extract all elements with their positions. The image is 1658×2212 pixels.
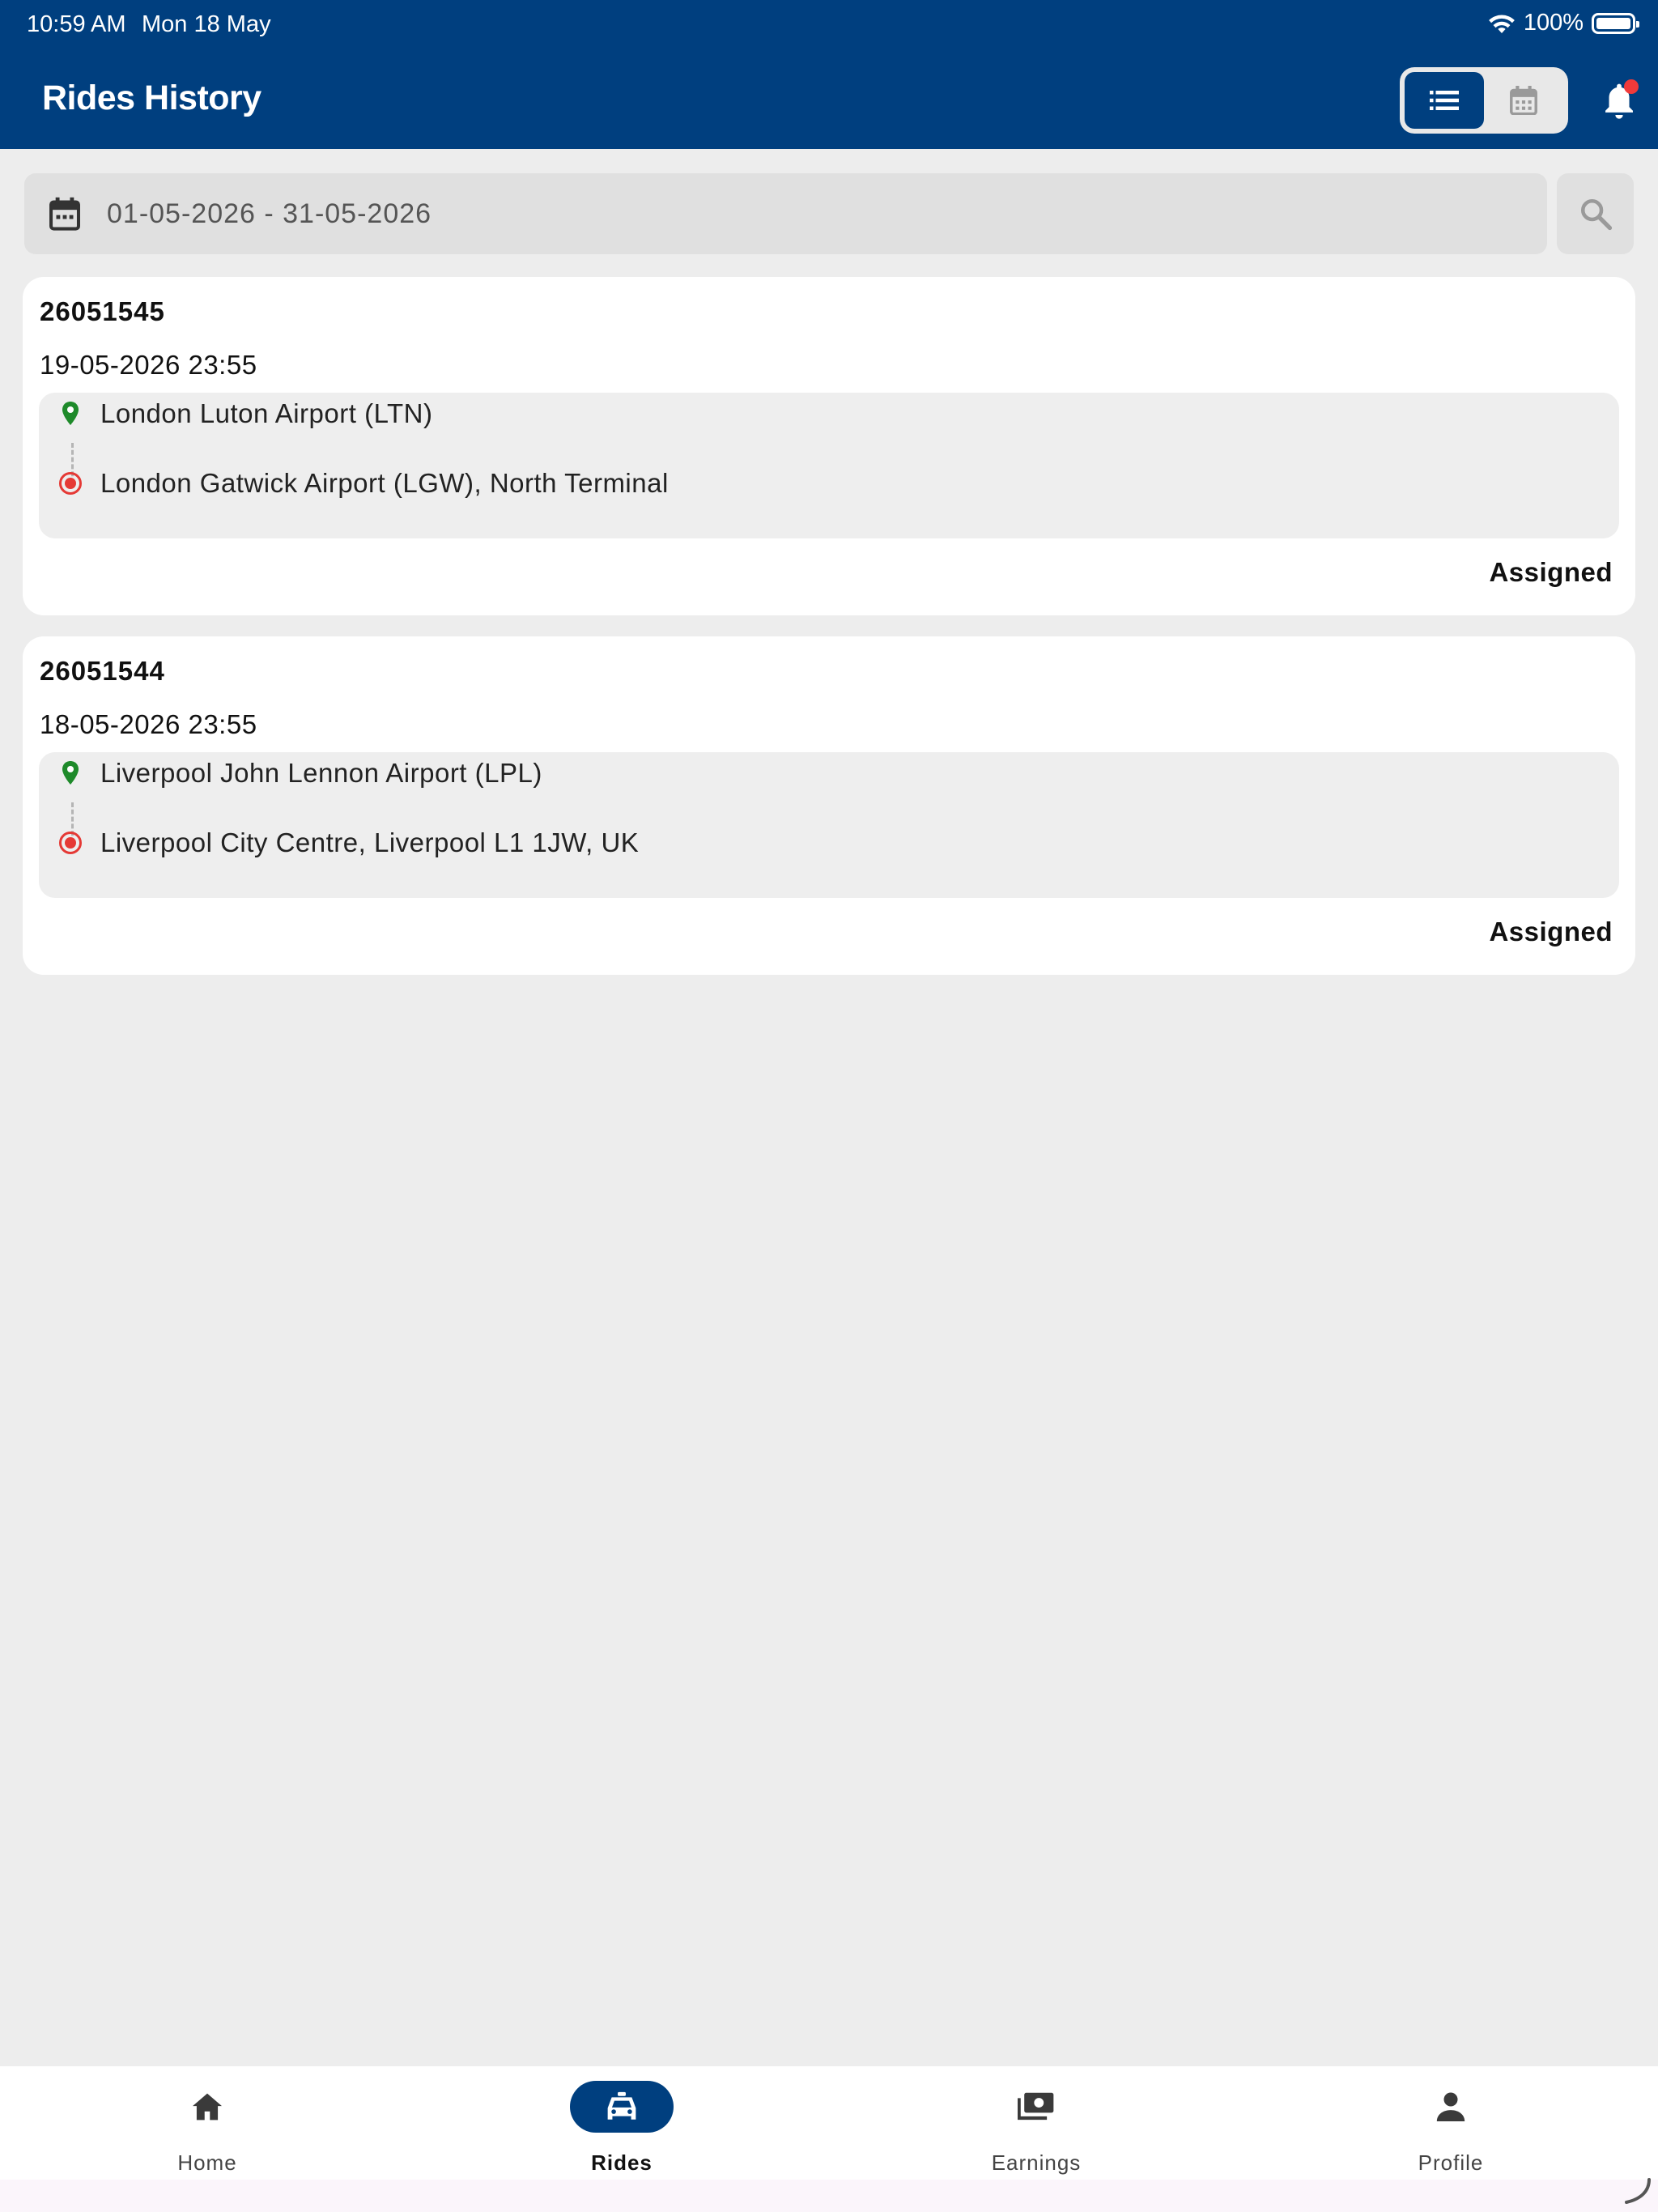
- route-box: Liverpool John Lennon Airport (LPL) Live…: [39, 752, 1619, 898]
- dropoff-target-icon: [58, 470, 83, 497]
- ride-datetime: 18-05-2026 23:55: [40, 709, 257, 739]
- status-time: 10:59 AM: [27, 11, 126, 37]
- nav-item-profile[interactable]: Profile: [1329, 2066, 1572, 2180]
- bottom-navigation: Home Rides Earnings Profile: [0, 2066, 1658, 2180]
- ride-id: 26051545: [40, 296, 165, 326]
- home-indicator-area: [0, 2180, 1658, 2212]
- status-date: Mon 18 May: [142, 11, 271, 37]
- view-toggle: [1400, 67, 1568, 134]
- nav-item-rides[interactable]: Rides: [500, 2066, 743, 2180]
- battery-icon: [1592, 12, 1639, 34]
- calendar-view-button[interactable]: [1484, 72, 1563, 129]
- battery-percent: 100%: [1523, 10, 1584, 36]
- nav-label-profile: Profile: [1418, 2150, 1484, 2175]
- home-icon: [155, 2081, 259, 2133]
- ride-card[interactable]: 26051545 19-05-2026 23:55 London Luton A…: [23, 277, 1635, 615]
- search-icon: [1580, 198, 1612, 231]
- car-icon: [570, 2081, 674, 2133]
- ride-status: Assigned: [1489, 917, 1613, 946]
- ride-status: Assigned: [1489, 557, 1613, 587]
- calendar-icon: [47, 196, 83, 232]
- nav-label-home: Home: [177, 2150, 237, 2175]
- ride-card[interactable]: 26051544 18-05-2026 23:55 Liverpool John…: [23, 636, 1635, 975]
- pickup-pin-icon: [58, 400, 83, 428]
- route-box: London Luton Airport (LTN) London Gatwic…: [39, 393, 1619, 538]
- list-view-button[interactable]: [1405, 72, 1484, 129]
- top-app-bar: 10:59 AM Mon 18 May 100% Rides History: [0, 0, 1658, 149]
- nav-item-earnings[interactable]: Earnings: [915, 2066, 1158, 2180]
- scroll-indicator-icon: [1625, 2178, 1651, 2204]
- wifi-icon: [1488, 15, 1515, 33]
- dropoff-address: London Gatwick Airport (LGW), North Term…: [100, 468, 669, 498]
- calendar-icon: [1510, 86, 1537, 115]
- notification-badge: [1624, 79, 1639, 94]
- ride-datetime: 19-05-2026 23:55: [40, 350, 257, 380]
- nav-label-earnings: Earnings: [991, 2150, 1082, 2175]
- ride-id: 26051544: [40, 656, 165, 686]
- pickup-address: Liverpool John Lennon Airport (LPL): [100, 758, 542, 788]
- pickup-address: London Luton Airport (LTN): [100, 398, 433, 428]
- nav-label-rides: Rides: [591, 2150, 653, 2175]
- list-icon: [1430, 91, 1459, 110]
- date-range-field[interactable]: 01-05-2026 - 31-05-2026: [24, 173, 1547, 254]
- search-button[interactable]: [1557, 173, 1634, 254]
- person-icon: [1399, 2081, 1503, 2133]
- pickup-pin-icon: [58, 759, 83, 787]
- page-title: Rides History: [42, 79, 261, 117]
- status-indicators: 100%: [1488, 10, 1639, 36]
- money-icon: [984, 2081, 1088, 2133]
- dropoff-address: Liverpool City Centre, Liverpool L1 1JW,…: [100, 827, 640, 857]
- nav-item-home[interactable]: Home: [86, 2066, 329, 2180]
- dropoff-target-icon: [58, 829, 83, 857]
- date-range-text: 01-05-2026 - 31-05-2026: [107, 198, 432, 229]
